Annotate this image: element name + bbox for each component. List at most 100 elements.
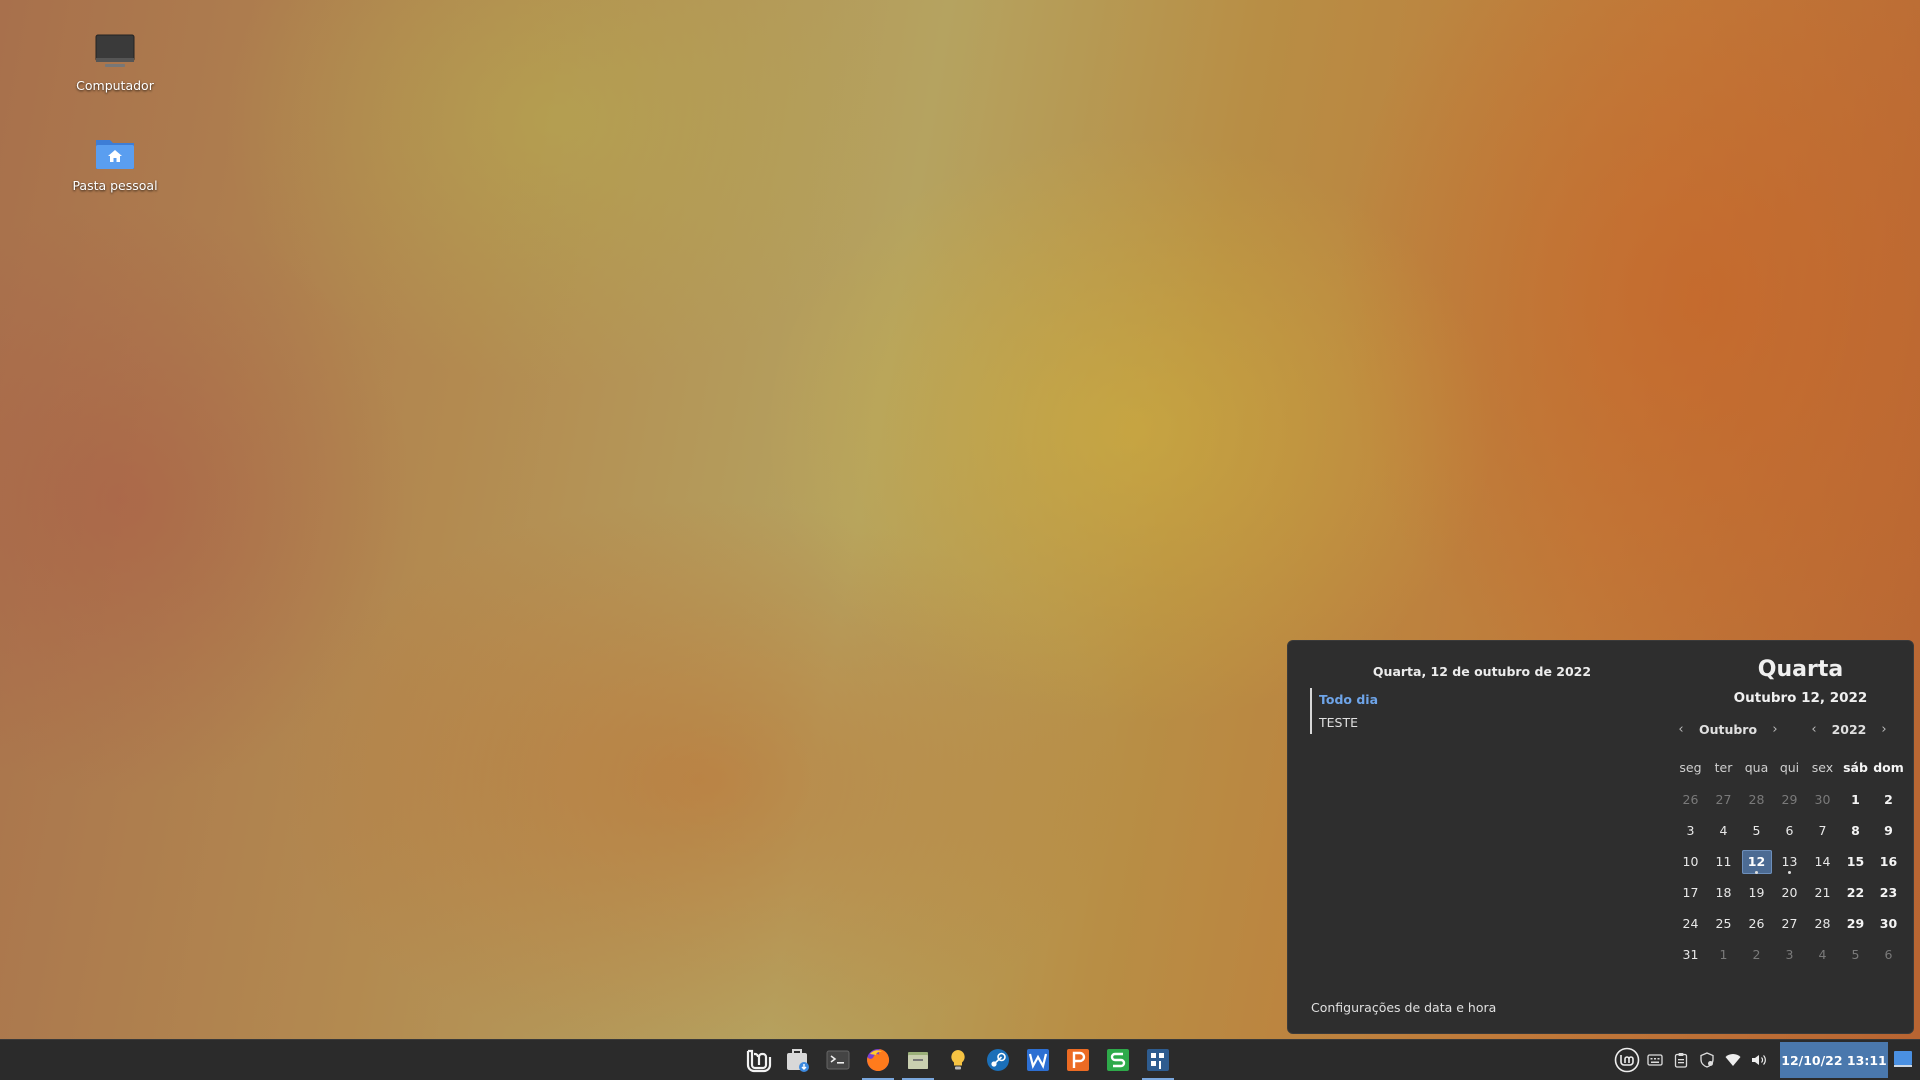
calendar-day-number: 15: [1846, 854, 1865, 869]
calendar-day-number: 3: [1686, 823, 1695, 838]
show-desktop-icon[interactable]: [1893, 1050, 1913, 1068]
calendar-day-number: 25: [1715, 916, 1732, 931]
taskbar-app-terminal[interactable]: [818, 1040, 858, 1080]
taskbar-app-steam[interactable]: [978, 1040, 1018, 1080]
tray-clipboard[interactable]: [1668, 1052, 1694, 1068]
wifi-icon: [1725, 1054, 1741, 1066]
calendar-day-number: 24: [1682, 916, 1699, 931]
calendar-day[interactable]: 13: [1773, 850, 1806, 881]
calendar-day[interactable]: 30: [1872, 912, 1905, 943]
event-item[interactable]: Todo dia TESTE: [1310, 688, 1378, 734]
desktop-icon-home-folder[interactable]: Pasta pessoal: [60, 130, 170, 193]
calendar-day[interactable]: 21: [1806, 881, 1839, 912]
calendar-day[interactable]: 6: [1872, 943, 1905, 974]
tray-volume[interactable]: [1746, 1053, 1772, 1067]
calendar-day-number: 4: [1719, 823, 1728, 838]
calendar-day[interactable]: 29: [1839, 912, 1872, 943]
presentation-icon: [1067, 1049, 1089, 1071]
taskbar-clock[interactable]: 12/10/22 13:11: [1780, 1042, 1888, 1078]
calendar-day[interactable]: 30: [1806, 788, 1839, 819]
tray-network[interactable]: [1720, 1053, 1746, 1067]
calendar-day[interactable]: 6: [1773, 819, 1806, 850]
calendar-day-number: 29: [1846, 916, 1865, 931]
calendar-day[interactable]: 14: [1806, 850, 1839, 881]
calendar-day[interactable]: 8: [1839, 819, 1872, 850]
taskbar-app-writer[interactable]: [1018, 1040, 1058, 1080]
calendar-day[interactable]: 5: [1839, 943, 1872, 974]
calendar-day[interactable]: 2: [1872, 788, 1905, 819]
calendar-day-number: 2: [1884, 792, 1893, 807]
chevron-left-icon[interactable]: ‹: [1674, 722, 1688, 737]
calendar-week-row: 3 4 5 6 7 8 9: [1674, 819, 1905, 850]
chevron-right-icon[interactable]: ›: [1768, 722, 1782, 737]
calendar-day[interactable]: 26: [1674, 788, 1707, 819]
year-navigator: ‹ 2022 ›: [1807, 719, 1891, 739]
calendar-day-number: 27: [1781, 916, 1798, 931]
volume-icon: [1752, 1055, 1766, 1065]
calendar-date-subtitle[interactable]: Outubro 12, 2022: [1688, 690, 1913, 706]
calendar-day[interactable]: 9: [1872, 819, 1905, 850]
taskbar-app-workspace[interactable]: [1138, 1040, 1178, 1080]
date-time-settings-link[interactable]: Configurações de data e hora: [1311, 1000, 1496, 1015]
calendar-day[interactable]: 18: [1707, 881, 1740, 912]
calendar-day[interactable]: 1: [1839, 788, 1872, 819]
calendar-day[interactable]: 27: [1707, 788, 1740, 819]
calendar-day[interactable]: 2: [1740, 943, 1773, 974]
calendar-day[interactable]: 12: [1740, 850, 1773, 881]
calendar-day[interactable]: 7: [1806, 819, 1839, 850]
calendar-day[interactable]: 28: [1740, 788, 1773, 819]
calendar-day[interactable]: 23: [1872, 881, 1905, 912]
chevron-right-icon[interactable]: ›: [1877, 722, 1891, 737]
month-label: Outubro: [1698, 721, 1758, 737]
calendar-day[interactable]: 31: [1674, 943, 1707, 974]
taskbar-app-mint-menu[interactable]: [738, 1040, 778, 1080]
calendar-day[interactable]: 5: [1740, 819, 1773, 850]
desktop-icon-computer[interactable]: Computador: [60, 30, 170, 93]
calendar-day-number: 9: [1884, 823, 1893, 838]
taskbar-app-software-manager[interactable]: [778, 1040, 818, 1080]
calendar-day-number: 28: [1748, 792, 1765, 807]
taskbar-app-files[interactable]: [898, 1040, 938, 1080]
taskbar-app-firefox[interactable]: [858, 1040, 898, 1080]
event-title: TESTE: [1319, 715, 1359, 730]
tray-shield[interactable]: [1694, 1052, 1720, 1068]
calendar-day[interactable]: 15: [1839, 850, 1872, 881]
taskbar-app-presentation[interactable]: [1058, 1040, 1098, 1080]
calendar-day-number: 5: [1752, 823, 1761, 838]
calendar-day[interactable]: 3: [1674, 819, 1707, 850]
terminal-icon: [826, 1050, 850, 1070]
calendar-day[interactable]: 4: [1707, 819, 1740, 850]
chevron-left-icon[interactable]: ‹: [1807, 722, 1821, 737]
tray-keyboard[interactable]: [1642, 1053, 1668, 1067]
calendar-day[interactable]: 20: [1773, 881, 1806, 912]
calendar-day[interactable]: 19: [1740, 881, 1773, 912]
calendar-day[interactable]: 11: [1707, 850, 1740, 881]
weekday-label: dom: [1873, 760, 1904, 775]
calendar-day[interactable]: 1: [1707, 943, 1740, 974]
event-indicator-dot: [1755, 871, 1758, 874]
weekday-label: ter: [1714, 760, 1733, 775]
calendar-day[interactable]: 17: [1674, 881, 1707, 912]
calendar-day[interactable]: 29: [1773, 788, 1806, 819]
taskbar-app-hypnotix[interactable]: [938, 1040, 978, 1080]
calendar-day[interactable]: 16: [1872, 850, 1905, 881]
calendar-day[interactable]: 4: [1806, 943, 1839, 974]
calendar-day[interactable]: 28: [1806, 912, 1839, 943]
calendar-day-number: 10: [1682, 854, 1699, 869]
calendar-day[interactable]: 22: [1839, 881, 1872, 912]
calendar-day-number: 21: [1814, 885, 1831, 900]
mint-logo-icon: [746, 1049, 772, 1073]
calendar-day[interactable]: 10: [1674, 850, 1707, 881]
taskbar-app-spreadsheet[interactable]: [1098, 1040, 1138, 1080]
home-folder-icon: [96, 140, 134, 169]
tray-mint-update[interactable]: [1612, 1047, 1642, 1073]
calendar-day[interactable]: 27: [1773, 912, 1806, 943]
calendar-week-row: 17 18 19 20 21 22 23: [1674, 881, 1905, 912]
calendar-day[interactable]: 26: [1740, 912, 1773, 943]
calendar-day[interactable]: 24: [1674, 912, 1707, 943]
weekday-label: sex: [1811, 760, 1834, 775]
calendar-day[interactable]: 3: [1773, 943, 1806, 974]
writer-icon: [1027, 1049, 1049, 1071]
calendar-week-row: 10 11 12 13 14 15 16: [1674, 850, 1905, 881]
calendar-day[interactable]: 25: [1707, 912, 1740, 943]
